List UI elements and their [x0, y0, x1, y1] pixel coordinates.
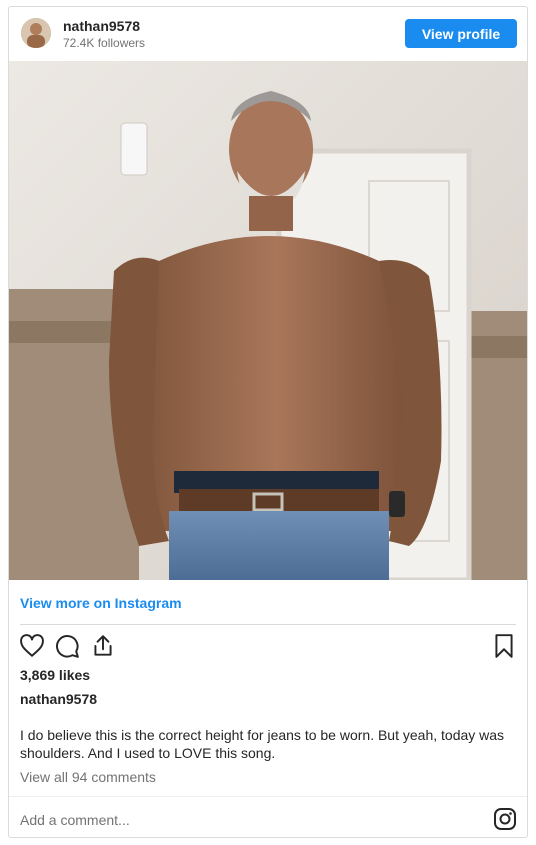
username[interactable]: nathan9578	[63, 18, 140, 34]
like-count[interactable]: 3,869 likes	[20, 667, 90, 683]
avatar[interactable]	[21, 18, 51, 48]
comment-icon[interactable]	[54, 633, 80, 659]
add-comment-input[interactable]: Add a comment...	[20, 812, 130, 828]
comment-bar: Add a comment...	[9, 796, 527, 839]
instagram-icon[interactable]	[493, 807, 517, 831]
instagram-embed-card: nathan9578 72.4K followers View profile	[8, 6, 528, 838]
heart-icon[interactable]	[19, 633, 45, 659]
post-photo[interactable]	[9, 61, 527, 580]
bookmark-icon[interactable]	[491, 633, 517, 659]
post-header: nathan9578 72.4K followers View profile	[9, 7, 527, 61]
follower-count: 72.4K followers	[63, 36, 146, 50]
view-more-link[interactable]: View more on Instagram	[20, 595, 182, 611]
view-comments-link[interactable]: View all 94 comments	[20, 769, 156, 785]
divider	[20, 624, 516, 625]
share-icon[interactable]	[90, 633, 116, 659]
caption-text: I do believe this is the correct height …	[20, 727, 505, 761]
action-bar	[19, 633, 517, 659]
caption-username[interactable]: nathan9578	[20, 691, 97, 707]
view-profile-button[interactable]: View profile	[405, 19, 517, 48]
